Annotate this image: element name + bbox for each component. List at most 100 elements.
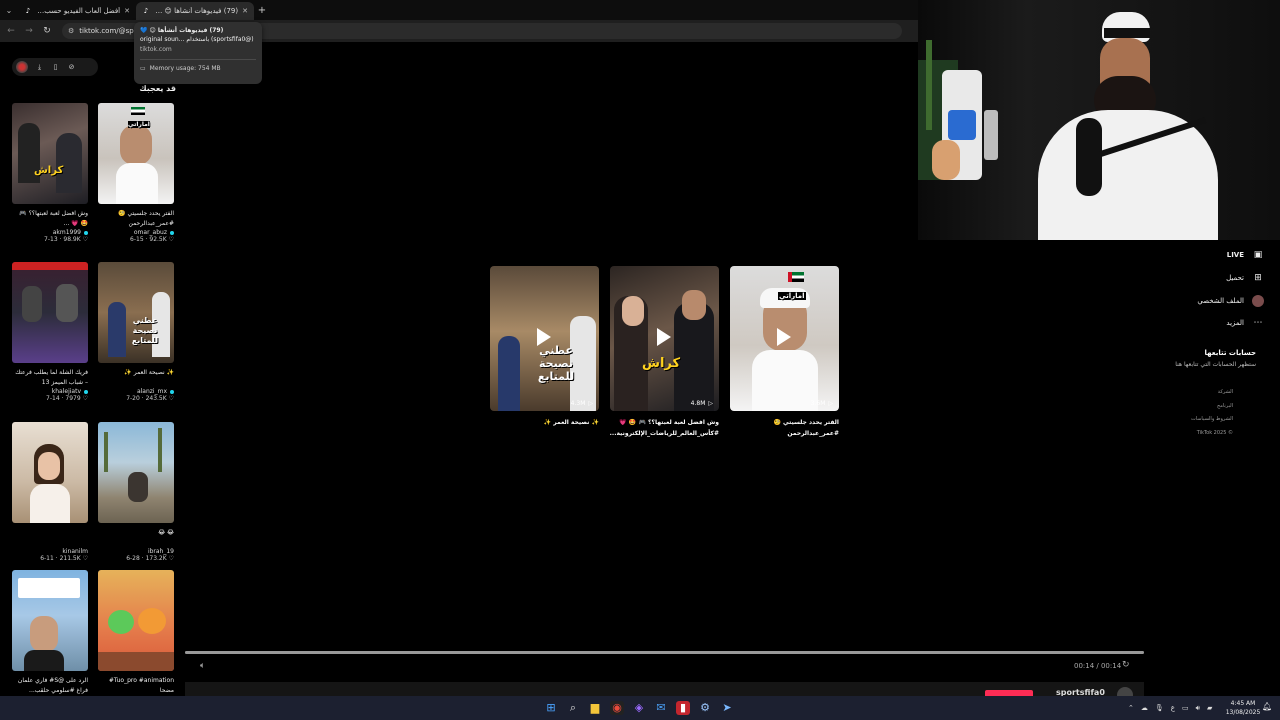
author[interactable]: akm1999 (12, 229, 88, 236)
video-meta: 7-13 · 98.9K ♡ (44, 236, 88, 243)
footer-link-program[interactable]: البرنامج (1191, 400, 1233, 414)
browser-tab-2[interactable]: ♪ (79) فيديوهات أنشأها 😊 💙 ✕ (136, 2, 254, 20)
video-progress-bar[interactable] (185, 651, 1144, 654)
recommended-video-card[interactable]: اماراتي الفتر يحدد جلسيتي 🧐 #عمر_عبدالرح… (98, 103, 174, 243)
video-thumbnail[interactable]: كراش 4.8M ▷ (610, 266, 719, 411)
footer-link-company[interactable]: الشركة (1191, 386, 1233, 400)
volume-icon[interactable]: 🔈︎ (200, 661, 205, 671)
close-icon[interactable]: ✕ (242, 7, 248, 15)
new-tab-button[interactable]: + (254, 5, 270, 16)
speaker-icon[interactable]: 🔊︎ (1196, 704, 1200, 713)
video-meta: 6-15 · 92.5K ♡ (130, 236, 174, 243)
video-thumbnail[interactable] (98, 570, 174, 671)
system-clock[interactable]: 4:45 AM 13/08/2025 (1222, 699, 1264, 717)
video-thumbnail[interactable]: اماراتي (98, 103, 174, 204)
footer-links: الشركة البرنامج الشروط والسياسات TikTok … (1191, 386, 1233, 440)
video-caption: ✨ نصيحة العمر ✨ (124, 369, 174, 376)
reload-icon[interactable]: ↻ (40, 26, 54, 36)
video-thumbnail[interactable] (12, 262, 88, 363)
download-icon[interactable]: ⤓ (35, 63, 44, 72)
recommended-video-card[interactable]: 😂 😂 ibrah_19 6-28 · 173.2K ♡ (98, 422, 174, 562)
tab-search-icon[interactable]: ⌄ (0, 0, 18, 20)
author[interactable]: omar_abuz (98, 229, 174, 236)
author-name: akm1999 (52, 229, 81, 236)
discord-icon[interactable]: ◈ (632, 701, 646, 715)
main-video-card[interactable]: عطني نصيحة للمتابع 4.3M ▷ ✨ نصيحة العمر ✨ (490, 266, 599, 428)
language-indicator[interactable]: ع (1171, 704, 1175, 712)
sidebar-item-profile[interactable]: الملف الشخصي (1154, 295, 1264, 307)
browser-tab-1[interactable]: ♪ أفضل ألعاب الفيديو حسب ال (55) ✕ (18, 2, 136, 20)
view-count: 3.6M ▷ (810, 400, 833, 407)
footer-link-terms[interactable]: الشروط والسياسات (1191, 413, 1233, 427)
live-dot-icon (84, 389, 88, 394)
author[interactable]: ibrah_19 (98, 548, 174, 555)
search-icon[interactable]: ⌕ (566, 701, 580, 715)
author-name: alanzi_mx (136, 388, 167, 395)
heart-icon: ♡ (168, 236, 174, 243)
notification-icon[interactable]: 🔔︎ (1262, 702, 1272, 711)
steam-icon[interactable]: ⚙ (698, 701, 712, 715)
network-icon[interactable]: ▭ (1182, 704, 1189, 712)
outlook-icon[interactable]: ✉ (654, 701, 668, 715)
author[interactable]: khalejiatv (12, 388, 88, 395)
cloud-icon[interactable]: ☁ (1141, 704, 1148, 712)
video-thumbnail[interactable]: عطني نصيحة للمتابع (98, 262, 174, 363)
system-tray: ⌃ ☁ 🎙︎ ع ▭ 🔊︎ ▰ (1128, 696, 1212, 720)
more-icon: ⋯ (1253, 318, 1263, 328)
video-thumbnail[interactable]: كراش (12, 103, 88, 204)
thumbnail-text: كراش (34, 165, 64, 176)
close-icon[interactable]: ✕ (124, 7, 130, 15)
recommended-video-card[interactable]: كراش وش افضل لعبة لعبتها؟؟ 🎮 🤩 💗 ... akm… (12, 103, 88, 243)
battery-icon[interactable]: ▰ (1207, 704, 1212, 712)
sidebar-item-upload[interactable]: تحميل ⊞ (1154, 273, 1264, 283)
video-thumbnail[interactable] (12, 570, 88, 671)
chevron-up-icon[interactable]: ⌃ (1128, 704, 1134, 712)
windows-start-icon[interactable]: ⊞ (544, 701, 558, 715)
phone-icon[interactable]: ▯ (51, 63, 60, 71)
thumbnail-text: عطني نصيحة للمتابع (537, 344, 575, 383)
video-time: 00:14 / 00:14 (1074, 662, 1122, 670)
video-thumbnail[interactable]: اماراتي 3.6M ▷ (730, 266, 839, 411)
app-icon[interactable]: ▮ (676, 701, 690, 715)
chrome-icon[interactable]: ◉ (610, 701, 624, 715)
video-progress-fill (185, 651, 1144, 654)
recommended-video-card[interactable]: Tuo_pro #animation# مضحا (98, 570, 174, 696)
telegram-icon[interactable]: ➤ (720, 701, 734, 715)
browser-tab-strip: ⌄ ♪ أفضل ألعاب الفيديو حسب ال (55) ✕ ♪ (… (0, 0, 918, 20)
microphone-icon[interactable]: 🎙︎ (1155, 704, 1164, 712)
file-explorer-icon[interactable]: ▆ (588, 701, 602, 715)
main-video-card[interactable]: كراش 4.8M ▷ وش افضل لعبة لعبتها؟؟ 🎮 🤩 💗 #… (610, 266, 719, 439)
author[interactable]: alanzi_mx (98, 388, 174, 395)
main-video-card[interactable]: اماراتي 3.6M ▷ الفتر يحدد جلسيتي 🧐 #عمر_ع… (730, 266, 839, 439)
play-icon[interactable] (537, 328, 551, 346)
author[interactable]: kinanilm (12, 548, 88, 555)
recommended-title: قد يعجبك (139, 84, 176, 93)
video-thumbnail[interactable]: عطني نصيحة للمتابع 4.3M ▷ (490, 266, 599, 411)
recommended-video-card[interactable]: kinanilm 6-11 · 211.5K ♡ (12, 422, 88, 562)
tiktok-icon: ♪ (143, 7, 149, 15)
forward-icon[interactable]: → (22, 26, 36, 36)
video-thumbnail[interactable] (98, 422, 174, 523)
play-icon[interactable] (657, 328, 671, 346)
play-count-icon: ▷ (828, 400, 833, 407)
recommended-video-card[interactable]: الرد على @S# فاري علمان فراغ #سلومي حلقب… (12, 570, 88, 696)
video-thumbnail[interactable] (12, 422, 88, 523)
thumbnail-text: كراش (642, 356, 681, 371)
author-name: kinanilm (62, 548, 88, 555)
site-info-icon[interactable]: ⚙ (68, 27, 74, 35)
thumbnail-text: اماراتي (128, 121, 150, 128)
sidebar-item-more[interactable]: المزيد ⋯ (1154, 318, 1264, 328)
video-caption: ✨ نصيحة العمر ✨ (543, 419, 599, 426)
video-caption: الفتر يحدد جلسيتي 🧐 #عمر_عبدالرحمن (118, 210, 174, 227)
sidebar-item-live[interactable]: LIVE ▣ (1154, 250, 1264, 260)
creator-avatar[interactable] (16, 61, 28, 73)
replay-icon[interactable]: ↻ (1122, 660, 1130, 670)
view-count: 4.8M ▷ (690, 400, 713, 407)
back-icon[interactable]: ← (4, 26, 18, 36)
video-caption: 😂 😂 (158, 529, 174, 536)
recommended-video-card[interactable]: عطني نصيحة للمتابع ✨ نصيحة العمر ✨ alanz… (98, 262, 174, 402)
block-icon[interactable]: ⊘ (67, 63, 76, 71)
play-icon[interactable] (777, 328, 791, 346)
recommended-video-card[interactable]: فريك الشلة لما يطلب فرعتك – شباب الميمز … (12, 262, 88, 402)
thumbnail-text: عطني نصيحة للمتابع (131, 316, 159, 345)
